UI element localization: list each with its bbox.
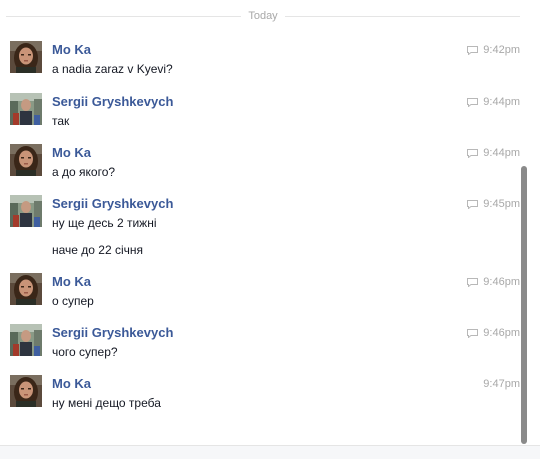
message-timestamp: 9:45pm [467,198,520,210]
mo-ka-avatar-image [10,41,42,73]
message-timestamp: 9:47pm [483,378,520,390]
scrollbar-thumb[interactable] [521,166,527,444]
timestamp-text: 9:46pm [483,276,520,288]
timestamp-text: 9:46pm [483,327,520,339]
timestamp-text: 9:45pm [483,198,520,210]
timestamp-text: 9:44pm [483,96,520,108]
divider-line [284,15,521,17]
message-timestamp: 9:46pm [467,276,520,288]
seen-chat-icon [467,45,479,55]
message-timestamp: 9:44pm [467,147,520,159]
composer-area[interactable] [0,446,540,459]
timestamp-text: 9:42pm [483,44,520,56]
sender-name[interactable]: Sergii Gryshkevych [52,325,173,340]
seen-chat-icon [467,277,479,287]
mo-ka-avatar[interactable] [10,41,42,73]
message-text: ну мені дещо треба [52,396,161,410]
mo-ka-avatar[interactable] [10,273,42,305]
message-timestamp: 9:46pm [467,327,520,339]
seen-chat-icon [467,148,479,158]
seen-chat-icon [467,97,479,107]
mo-ka-avatar[interactable] [10,144,42,176]
sergii-avatar-image [10,93,42,125]
message-text: a nadia zaraz v Kyevi? [52,62,173,76]
message-text: так [52,114,70,128]
seen-chat-icon [467,328,479,338]
sergii-avatar-image [10,324,42,356]
sender-name[interactable]: Sergii Gryshkevych [52,196,173,211]
sender-name[interactable]: Mo Ka [52,42,91,57]
day-divider-label: Today [248,10,278,22]
message-text: наче до 22 січня [52,243,144,257]
day-divider: Today [6,8,521,24]
sender-name[interactable]: Mo Ka [52,145,91,160]
message-text: о супер [52,294,94,308]
timestamp-text: 9:44pm [483,147,520,159]
message-text: ну ще десь 2 тижні [52,216,157,230]
divider-line [6,15,242,17]
sergii-avatar[interactable] [10,324,42,356]
message-timestamp: 9:44pm [467,96,520,108]
mo-ka-avatar[interactable] [10,375,42,407]
timestamp-text: 9:47pm [483,378,520,390]
sergii-avatar[interactable] [10,195,42,227]
message-text: чого супер? [52,345,118,359]
seen-chat-icon [467,199,479,209]
mo-ka-avatar-image [10,144,42,176]
message-timestamp: 9:42pm [467,44,520,56]
mo-ka-avatar-image [10,273,42,305]
sergii-avatar[interactable] [10,93,42,125]
chat-conversation: Today Mo Ka 9:42pm a nadia zaraz v Kyevi… [0,0,540,459]
mo-ka-avatar-image [10,375,42,407]
sender-name[interactable]: Mo Ka [52,274,91,289]
sender-name[interactable]: Sergii Gryshkevych [52,94,173,109]
sergii-avatar-image [10,195,42,227]
message-text: а до якого? [52,165,116,179]
sender-name[interactable]: Mo Ka [52,376,91,391]
